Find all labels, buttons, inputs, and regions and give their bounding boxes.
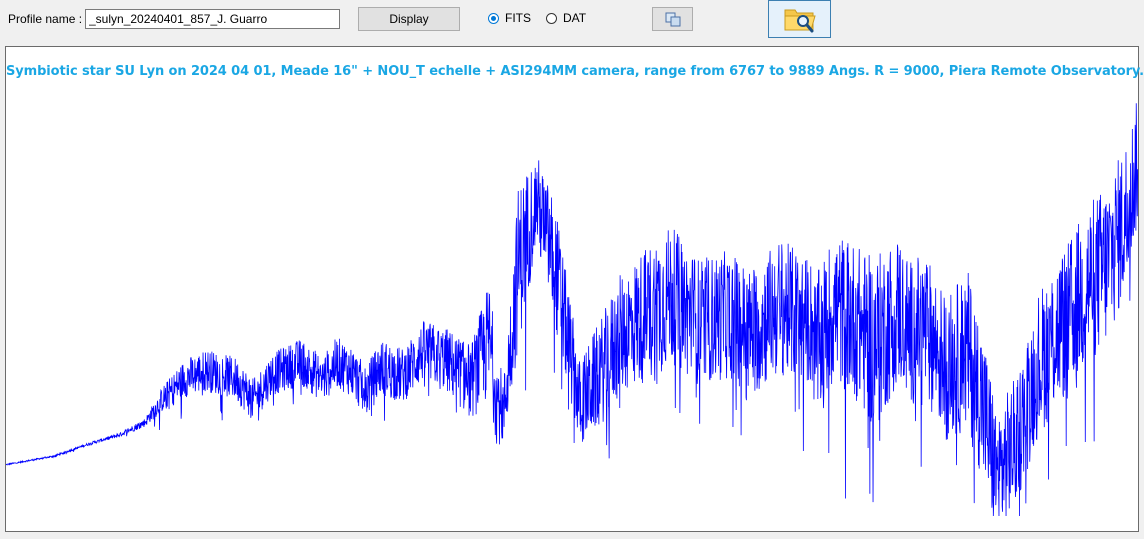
fits-radio[interactable]: FITS (488, 11, 531, 25)
plot-title: Symbiotic star SU Lyn on 2024 04 01, Mea… (6, 64, 1144, 79)
open-folder-button[interactable] (768, 0, 831, 38)
profile-name-label: Profile name : (8, 12, 83, 26)
fits-radio-label: FITS (505, 11, 531, 25)
spectrum-chart (6, 103, 1138, 517)
spectrum-line (6, 103, 1138, 517)
dat-radio-circle[interactable] (546, 12, 557, 24)
copy-icon (665, 12, 680, 27)
spectrum-plot-panel: Symbiotic star SU Lyn on 2024 04 01, Mea… (5, 46, 1144, 532)
dat-radio[interactable]: DAT (546, 11, 586, 25)
copy-button[interactable] (652, 7, 693, 31)
toolbar: Profile name : Display FITS DAT (0, 0, 1144, 46)
display-button[interactable]: Display (358, 7, 460, 31)
fits-radio-circle[interactable] (488, 12, 499, 24)
folder-search-icon (784, 9, 816, 33)
dat-radio-label: DAT (563, 11, 587, 25)
profile-name-input[interactable] (85, 9, 340, 29)
